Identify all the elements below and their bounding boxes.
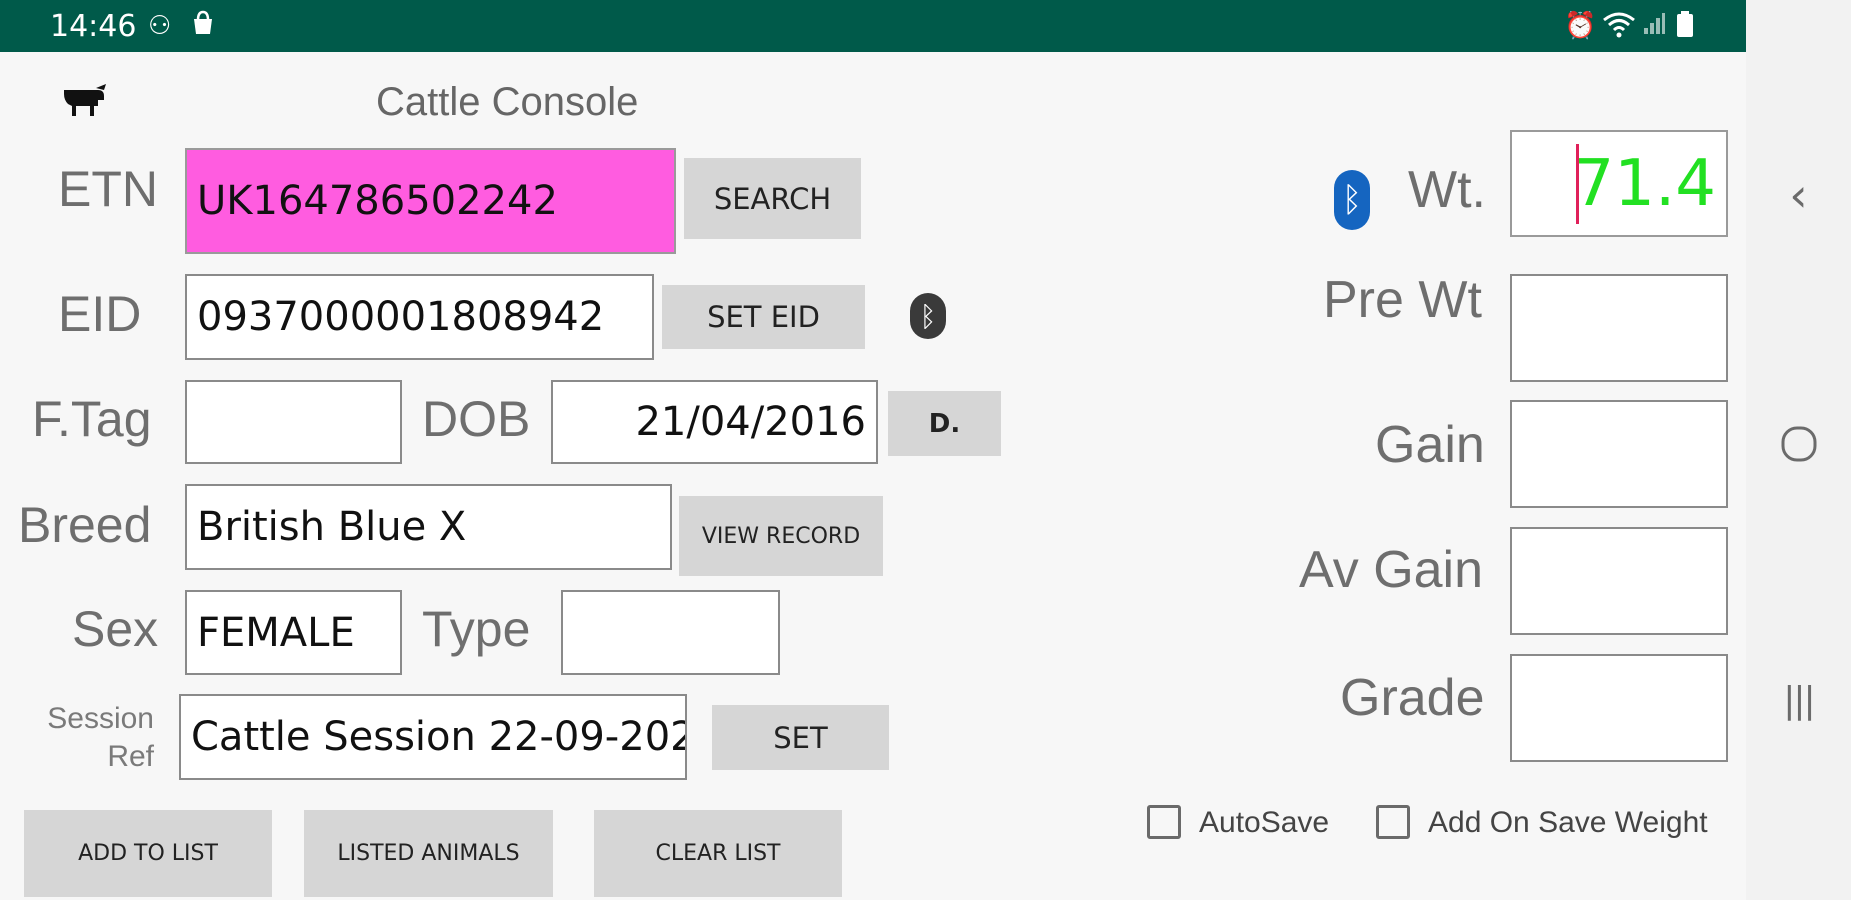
- view-record-button[interactable]: VIEW RECORD: [679, 496, 883, 576]
- cow-icon: [60, 80, 108, 120]
- eid-field[interactable]: 0937000001808942: [185, 274, 654, 360]
- text-cursor: [1576, 144, 1579, 224]
- add-on-save-weight-label: Add On Save Weight: [1428, 806, 1708, 839]
- session-ref-label: Session Ref: [34, 700, 154, 776]
- autosave-checkbox[interactable]: [1147, 805, 1181, 839]
- av-gain-field[interactable]: [1510, 527, 1728, 635]
- set-session-button[interactable]: SET: [712, 705, 889, 770]
- page-title: Cattle Console: [376, 80, 639, 124]
- sex-field[interactable]: FEMALE: [185, 590, 402, 675]
- autosave-label: AutoSave: [1199, 806, 1330, 839]
- grade-label: Grade: [1340, 669, 1485, 727]
- date-picker-button[interactable]: D.: [888, 391, 1001, 456]
- breed-field[interactable]: British Blue X: [185, 484, 672, 570]
- back-icon[interactable]: ‹: [1746, 168, 1851, 222]
- sex-label: Sex: [72, 601, 159, 657]
- session-ref-field[interactable]: Cattle Session 22-09-2020: [179, 694, 687, 780]
- etn-value: UK164786502242: [197, 178, 558, 224]
- usb-icon: ⚇: [148, 10, 172, 40]
- eid-label: EID: [58, 286, 142, 342]
- clear-list-button[interactable]: CLEAR LIST: [594, 810, 842, 897]
- session-ref-value: Cattle Session 22-09-2020: [191, 714, 687, 760]
- set-eid-button[interactable]: SET EID: [662, 285, 865, 349]
- wt-label: Wt.: [1408, 161, 1486, 219]
- add-on-save-weight-checkbox[interactable]: [1376, 805, 1410, 839]
- etn-field[interactable]: UK164786502242: [185, 148, 676, 254]
- ftag-label: F.Tag: [32, 391, 152, 447]
- gain-field[interactable]: [1510, 400, 1728, 508]
- sex-value: FEMALE: [197, 609, 355, 656]
- pre-wt-field[interactable]: [1510, 274, 1728, 382]
- breed-value: British Blue X: [197, 504, 467, 550]
- av-gain-label: Av Gain: [1299, 541, 1484, 599]
- status-time: 14:46: [50, 9, 137, 44]
- status-bar: 14:46 ⚇ ⏰: [0, 0, 1746, 52]
- home-icon[interactable]: [1746, 424, 1851, 468]
- session-ref-label-line1: Session: [47, 702, 154, 735]
- wifi-icon: [1602, 10, 1636, 45]
- pre-wt-label: Pre Wt: [1323, 271, 1482, 329]
- add-to-list-button[interactable]: ADD TO LIST: [24, 810, 272, 897]
- wt-field[interactable]: 71.4: [1510, 130, 1728, 237]
- wt-value: 71.4: [1573, 146, 1717, 221]
- session-ref-label-line2: Ref: [107, 740, 154, 773]
- shopping-bag-icon: [190, 10, 216, 43]
- etn-label: ETN: [58, 161, 158, 217]
- alarm-icon: ⏰: [1564, 10, 1597, 40]
- ftag-field[interactable]: [185, 380, 402, 464]
- gain-label: Gain: [1375, 416, 1485, 474]
- search-button[interactable]: SEARCH: [684, 158, 861, 239]
- bluetooth-scale-icon[interactable]: ᛒ: [1334, 170, 1370, 230]
- dob-field[interactable]: 21/04/2016: [551, 380, 878, 464]
- eid-value: 0937000001808942: [197, 294, 605, 340]
- type-field[interactable]: [561, 590, 780, 675]
- dob-label: DOB: [422, 391, 531, 447]
- breed-label: Breed: [18, 497, 152, 553]
- grade-field[interactable]: [1510, 654, 1728, 762]
- dob-value: 21/04/2016: [635, 399, 866, 445]
- navigation-bar: ‹ |||: [1746, 0, 1851, 900]
- battery-icon: [1676, 10, 1694, 45]
- bluetooth-reader-icon[interactable]: ᛒ: [910, 293, 946, 339]
- recents-icon[interactable]: |||: [1746, 680, 1851, 721]
- listed-animals-button[interactable]: LISTED ANIMALS: [304, 810, 553, 897]
- type-label: Type: [422, 601, 531, 657]
- signal-icon: [1642, 10, 1666, 43]
